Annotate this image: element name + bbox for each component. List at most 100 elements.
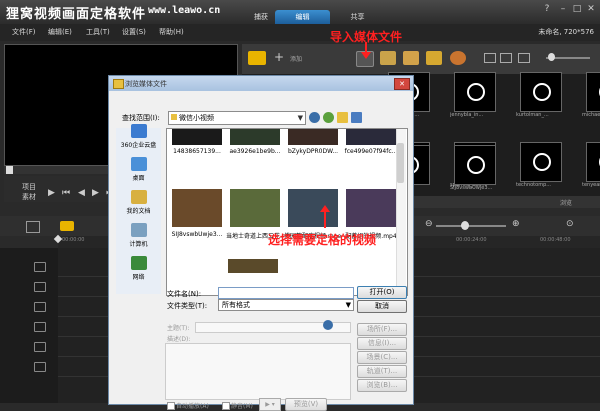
mute-checkbox[interactable] — [222, 402, 230, 410]
menu-help[interactable]: 帮助(H) — [159, 27, 184, 37]
play-icon[interactable]: ▶ — [48, 188, 55, 198]
import-media-icon[interactable] — [248, 51, 266, 65]
thumb-size-handle[interactable] — [548, 53, 555, 61]
browse-label[interactable]: 浏览 — [560, 198, 572, 207]
prev-frame-icon[interactable]: ⏮ — [62, 188, 70, 198]
side-button[interactable]: 信息(I)... — [357, 337, 407, 350]
sort-icon[interactable] — [518, 53, 530, 63]
scrub-handle[interactable] — [6, 166, 13, 174]
maximize-icon[interactable]: □ — [570, 3, 584, 15]
timeline-view-icon[interactable] — [60, 221, 74, 231]
autoplay-checkbox[interactable] — [167, 402, 175, 410]
file-thumbnail[interactable] — [230, 129, 280, 145]
place-network-icon[interactable] — [131, 256, 147, 270]
list-view-icon[interactable] — [484, 53, 496, 63]
file-name[interactable]: bZykyDPR0DW... — [284, 148, 342, 155]
media-thumbnail[interactable] — [586, 72, 600, 112]
menu-tools[interactable]: 工具(T) — [86, 27, 110, 37]
media-thumbnail[interactable] — [520, 72, 562, 112]
file-name[interactable]: 14838657139... — [168, 148, 226, 155]
effect-filter-icon[interactable] — [450, 51, 466, 65]
preview-button[interactable]: 预览(V) — [285, 398, 327, 411]
thumb-view-icon[interactable] — [500, 53, 512, 63]
file-thumbnail[interactable] — [288, 129, 338, 145]
track-icon[interactable] — [34, 282, 46, 292]
file-thumbnail[interactable] — [230, 189, 280, 227]
description-field — [165, 343, 351, 400]
file-thumbnail[interactable] — [172, 129, 222, 145]
clip-mode-label[interactable]: 素材 — [22, 192, 36, 202]
info-icon[interactable] — [323, 320, 333, 330]
track-icon[interactable] — [34, 362, 46, 372]
track-icon[interactable] — [34, 302, 46, 312]
media-thumbnail-label: kurtolman_... — [516, 112, 549, 118]
menu-file[interactable]: 文件(F) — [12, 27, 36, 37]
track-icon[interactable] — [34, 262, 46, 272]
place-documents-icon[interactable] — [131, 190, 147, 204]
media-thumbnail[interactable] — [454, 145, 496, 185]
view-menu-icon[interactable] — [351, 112, 362, 123]
ruler-tick: 00:00:48:00 — [540, 237, 571, 243]
place-network[interactable]: 网络 — [116, 272, 161, 281]
open-button[interactable]: 打开(O) — [357, 286, 407, 299]
help-icon[interactable]: ? — [540, 3, 554, 15]
filetype-select[interactable]: 所有格式 ▼ — [218, 299, 354, 311]
plus-icon[interactable]: + — [274, 50, 284, 64]
place-computer-icon[interactable] — [131, 223, 147, 237]
file-thumbnail[interactable] — [346, 129, 396, 145]
place-documents[interactable]: 我的文档 — [116, 206, 161, 215]
file-thumbnail[interactable] — [172, 189, 222, 227]
tab-share[interactable]: 共享 — [330, 10, 385, 24]
scrollbar-thumb[interactable] — [397, 143, 404, 183]
look-in-label: 查找范围(I): — [122, 114, 160, 122]
forward-icon[interactable]: ▶ — [92, 188, 99, 198]
video-filter-icon[interactable] — [380, 51, 396, 65]
cancel-button[interactable]: 取消 — [357, 300, 407, 313]
back-icon[interactable] — [309, 112, 320, 123]
file-thumbnail[interactable] — [228, 259, 278, 273]
place-cloud-icon[interactable] — [131, 124, 147, 138]
zoom-slider[interactable] — [436, 225, 506, 227]
image-filter-icon[interactable] — [403, 51, 419, 65]
menu-edit[interactable]: 编辑(E) — [48, 27, 72, 37]
place-desktop-icon[interactable] — [131, 157, 147, 171]
place-desktop[interactable]: 桌面 — [116, 173, 161, 182]
close-icon[interactable]: ✕ — [584, 3, 598, 15]
track-icon[interactable] — [34, 342, 46, 352]
tab-edit[interactable]: 编辑 — [275, 10, 330, 24]
music-filter-icon[interactable] — [426, 51, 442, 65]
project-mode-label[interactable]: 项目 — [22, 182, 36, 192]
rewind-icon[interactable]: ◀ — [78, 188, 85, 198]
track-icon[interactable] — [34, 322, 46, 332]
menu-settings[interactable]: 设置(S) — [122, 27, 146, 37]
fit-icon[interactable]: ⊙ — [566, 219, 574, 229]
place-computer[interactable]: 计算机 — [116, 239, 161, 248]
zoom-handle[interactable] — [461, 221, 469, 230]
file-name[interactable]: SIJ8vswbUwje3... — [168, 231, 226, 238]
filename-input[interactable] — [218, 287, 354, 299]
place-cloud[interactable]: 360企业云盘 — [116, 140, 161, 149]
minimize-icon[interactable]: – — [556, 3, 570, 15]
brand-url: www.leawo.cn — [148, 5, 221, 16]
zoom-out-icon[interactable]: ⊖ — [425, 219, 433, 229]
file-thumbnail[interactable] — [346, 189, 396, 227]
side-button[interactable]: 场所(F)... — [357, 323, 407, 336]
chevron-down-icon[interactable]: ▼ — [298, 112, 303, 124]
media-thumbnail[interactable] — [454, 72, 496, 112]
chevron-down-icon[interactable]: ▼ — [346, 300, 351, 310]
up-folder-icon[interactable] — [323, 112, 334, 123]
new-folder-icon[interactable] — [337, 112, 348, 123]
zoom-in-icon[interactable]: ⊕ — [512, 219, 520, 229]
side-button[interactable]: 场景(C)... — [357, 351, 407, 364]
side-button[interactable]: 浏览(B)... — [357, 379, 407, 392]
storyboard-view-icon[interactable] — [26, 221, 40, 233]
media-thumbnail[interactable] — [586, 142, 600, 182]
look-in-select[interactable]: 微信小视频 ▼ — [168, 111, 306, 125]
side-button[interactable]: 轨道(T)... — [357, 365, 407, 378]
dialog-close-button[interactable]: ✕ — [394, 78, 410, 90]
media-thumbnail[interactable] — [520, 142, 562, 182]
autoplay-label: 自动播放(A) — [176, 403, 209, 410]
file-name[interactable]: fce499e07f94fc... — [342, 148, 400, 155]
file-name[interactable]: ae3926e1be9b... — [226, 148, 284, 155]
play-preview-button[interactable]: ▶ ▾ — [259, 398, 281, 411]
